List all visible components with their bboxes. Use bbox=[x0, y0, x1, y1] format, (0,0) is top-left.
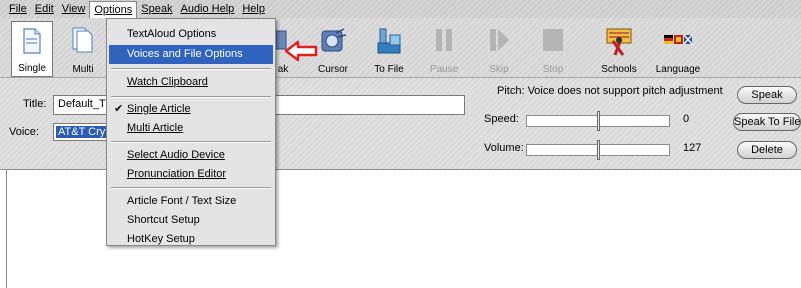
checkmark-icon: ✔ bbox=[114, 103, 124, 115]
menu-item-shortcut-setup[interactable]: Shortcut Setup bbox=[109, 211, 273, 230]
skip-icon bbox=[490, 29, 509, 51]
menu-speak[interactable]: Speak bbox=[137, 1, 176, 17]
to-file-label: To File bbox=[374, 64, 404, 75]
speed-value: 0 bbox=[683, 113, 690, 125]
cursor-label: Cursor bbox=[317, 64, 348, 75]
language-label: Language bbox=[655, 64, 701, 75]
save-to-file-icon bbox=[377, 28, 401, 54]
document-icon bbox=[23, 28, 41, 54]
delete-button[interactable]: Delete bbox=[737, 141, 797, 159]
volume-value: 127 bbox=[683, 142, 702, 154]
schools-icon bbox=[606, 28, 632, 56]
menu-separator bbox=[111, 96, 271, 98]
volume-slider-thumb[interactable] bbox=[597, 140, 600, 160]
menu-file[interactable]: File bbox=[5, 1, 31, 17]
stop-icon bbox=[543, 29, 563, 51]
pause-label: Pause bbox=[429, 64, 459, 75]
menu-item-multi-article[interactable]: Multi Article bbox=[109, 119, 273, 138]
menu-item-select-audio-device[interactable]: Select Audio Device bbox=[109, 146, 273, 165]
red-arrow-annotation bbox=[284, 40, 318, 62]
menu-item-hotkey-setup[interactable]: HotKey Setup bbox=[109, 230, 273, 249]
menu-item-article-font[interactable]: Article Font / Text Size bbox=[109, 192, 273, 211]
speed-slider-thumb[interactable] bbox=[597, 111, 600, 131]
single-button[interactable]: Single bbox=[11, 21, 53, 77]
volume-slider[interactable] bbox=[526, 140, 670, 160]
menu-item-voices-and-file-options[interactable]: Voices and File Options bbox=[109, 45, 273, 64]
schools-label: Schools bbox=[601, 64, 637, 75]
schools-button[interactable]: Schools bbox=[594, 21, 644, 77]
cursor-speaker-icon bbox=[321, 28, 347, 52]
skip-button[interactable]: Skip bbox=[478, 21, 520, 77]
menu-help[interactable]: Help bbox=[238, 1, 269, 17]
volume-label: Volume: bbox=[484, 142, 524, 154]
speed-slider[interactable] bbox=[526, 111, 670, 131]
menu-separator bbox=[111, 68, 271, 70]
multi-document-icon bbox=[72, 27, 93, 53]
single-label: Single bbox=[18, 63, 46, 74]
multi-button[interactable]: Multi bbox=[62, 21, 104, 77]
pitch-text: Pitch: Voice does not support pitch adju… bbox=[497, 85, 723, 97]
multi-label: Multi bbox=[72, 64, 94, 75]
stop-button[interactable]: Stop bbox=[532, 21, 574, 77]
menu-item-pronunciation-editor[interactable]: Pronunciation Editor bbox=[109, 165, 273, 184]
menu-item-watch-clipboard[interactable]: Watch Clipboard bbox=[109, 73, 273, 92]
voice-label: Voice: bbox=[9, 126, 39, 138]
stop-label: Stop bbox=[542, 64, 564, 75]
language-button[interactable]: Language bbox=[650, 21, 706, 77]
pause-button[interactable]: Pause bbox=[423, 21, 465, 77]
pause-icon bbox=[436, 29, 452, 51]
menu-separator bbox=[111, 141, 271, 143]
voice-select[interactable]: AT&T Cry bbox=[53, 123, 113, 141]
menu-view[interactable]: View bbox=[58, 1, 90, 17]
skip-label: Skip bbox=[489, 64, 509, 75]
title-label: Title: bbox=[23, 98, 47, 110]
menu-edit[interactable]: Edit bbox=[31, 1, 58, 17]
menu-bar: File Edit View Options Speak Audio Help … bbox=[0, 0, 801, 18]
menu-audio-help[interactable]: Audio Help bbox=[176, 1, 238, 17]
menu-options[interactable]: Options bbox=[89, 0, 138, 18]
menu-item-textaloud-options[interactable]: TextAloud Options bbox=[109, 25, 273, 44]
menu-separator bbox=[111, 187, 271, 189]
to-file-button[interactable]: To File bbox=[368, 21, 410, 77]
menu-item-single-article[interactable]: ✔ Single Article bbox=[109, 100, 273, 119]
speak-to-file-button[interactable]: Speak To File bbox=[733, 113, 801, 131]
flags-icon bbox=[664, 34, 692, 45]
options-dropdown-menu: TextAloud Options Voices and File Option… bbox=[106, 18, 276, 246]
speed-label: Speed: bbox=[484, 113, 519, 125]
voice-selected-value: AT&T Cry bbox=[56, 126, 108, 138]
speak-button[interactable]: Speak bbox=[737, 86, 797, 104]
